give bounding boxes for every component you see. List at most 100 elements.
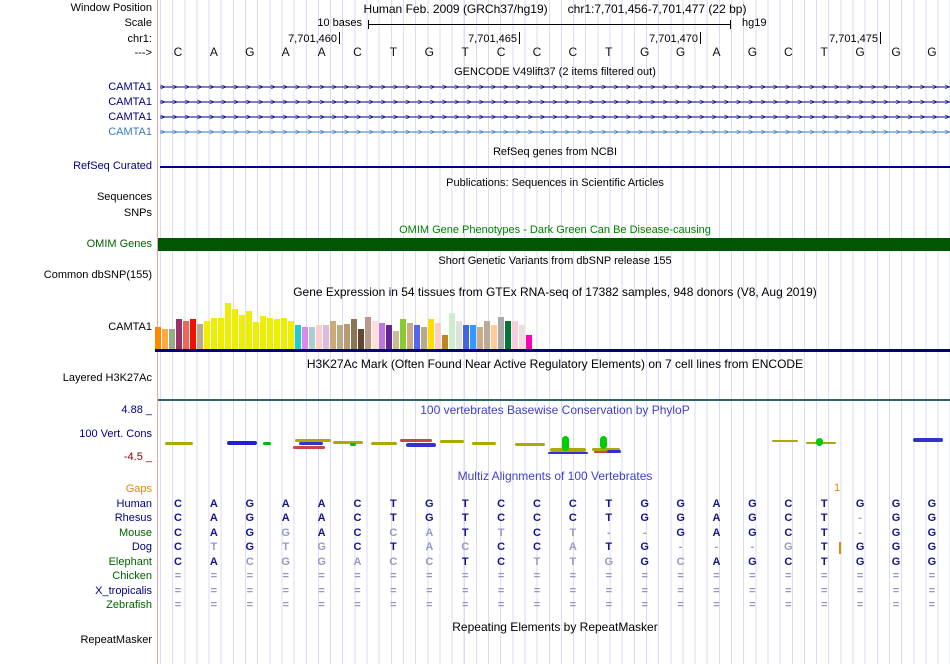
multiz-base-x_tropicalis: = [318, 585, 325, 597]
gtex-expression-bar[interactable] [477, 327, 483, 349]
track-label-chr1-: chr1: [127, 33, 152, 45]
multiz-base-mouse: A [317, 527, 326, 539]
gtex-expression-bar[interactable] [379, 323, 385, 349]
gtex-expression-bar[interactable] [421, 327, 427, 349]
gtex-expression-bar[interactable] [449, 313, 455, 349]
gtex-expression-bar[interactable] [246, 311, 252, 349]
multiz-base-elephant: G [927, 556, 937, 568]
sequence-base: T [389, 45, 398, 59]
multiz-base-human: A [209, 498, 218, 510]
gtex-expression-bar[interactable] [435, 323, 441, 349]
multiz-base-human: G [640, 498, 649, 510]
gencode-transcript-row-camta1[interactable]: >>>>>>>>>>>>>>>>>>>>>>>>>>>>>>>>>>>>>>>>… [160, 82, 950, 92]
gtex-expression-bar[interactable] [218, 318, 224, 349]
gtex-expression-bar[interactable] [288, 321, 294, 349]
gtex-expression-bar[interactable] [323, 325, 329, 349]
gtex-expression-bar[interactable] [239, 315, 245, 349]
track-label-human: Human [116, 498, 152, 510]
multiz-base-dog: T [282, 541, 290, 553]
multiz-base-zebrafish: = [533, 599, 541, 611]
gtex-expression-bar[interactable] [519, 325, 525, 349]
multiz-base-dog: A [568, 541, 577, 553]
gtex-expression-bar[interactable] [316, 325, 322, 349]
multiz-base-elephant: C [497, 556, 506, 568]
multiz-base-zebrafish: = [928, 599, 936, 611]
multiz-base-dog: G [891, 541, 901, 553]
gencode-transcript-row-camta1[interactable]: >>>>>>>>>>>>>>>>>>>>>>>>>>>>>>>>>>>>>>>>… [160, 112, 950, 122]
gtex-expression-bar[interactable] [253, 322, 259, 349]
sequence-base: G [855, 45, 865, 59]
gtex-expression-bar[interactable] [260, 316, 266, 349]
scale-ruler-right-tick [730, 20, 732, 29]
gencode-transcript-row-camta1[interactable]: >>>>>>>>>>>>>>>>>>>>>>>>>>>>>>>>>>>>>>>>… [160, 127, 950, 137]
gtex-expression-bar[interactable] [302, 327, 308, 349]
multiz-base-dog: C [353, 541, 362, 553]
multiz-base-rhesus: A [317, 512, 326, 524]
omim-genes-bar[interactable] [158, 238, 950, 251]
multiz-base-x_tropicalis: = [390, 585, 397, 597]
gtex-expression-bar[interactable] [330, 321, 336, 349]
multiz-base-human: G [676, 498, 685, 510]
multiz-base-chicken: = [497, 570, 505, 582]
gtex-expression-bar[interactable] [169, 329, 175, 349]
track-label-repeatmasker: RepeatMasker [80, 634, 152, 646]
multiz-base-zebrafish: = [210, 599, 218, 611]
track-title: 100 vertebrates Basewise Conservation by… [420, 403, 690, 417]
gtex-expression-bar[interactable] [295, 325, 301, 349]
gtex-expression-bar[interactable] [176, 319, 182, 349]
gtex-expression-bar[interactable] [162, 329, 168, 349]
gtex-expression-bar[interactable] [505, 321, 511, 349]
gtex-expression-bar[interactable] [386, 325, 392, 349]
multiz-base-dog: T [390, 541, 397, 553]
gtex-expression-bar[interactable] [512, 321, 518, 349]
gtex-expression-bar[interactable] [225, 303, 231, 349]
gtex-expression-bar[interactable] [337, 325, 343, 349]
multiz-base-dog: G [640, 541, 649, 553]
multiz-base-zebrafish: = [641, 599, 648, 611]
gtex-expression-bar[interactable] [484, 321, 490, 349]
gtex-expression-bar[interactable] [498, 317, 504, 349]
gtex-expression-bar[interactable] [442, 335, 448, 349]
h3k27ac-track-line [158, 399, 950, 401]
gtex-expression-bar[interactable] [197, 324, 203, 349]
gtex-expression-bar[interactable] [267, 318, 273, 349]
gtex-expression-bar[interactable] [351, 319, 357, 349]
gtex-expression-bar[interactable] [491, 325, 497, 349]
gtex-expression-bar[interactable] [190, 319, 196, 349]
multiz-base-x_tropicalis: = [533, 585, 541, 597]
gtex-expression-bar[interactable] [358, 329, 364, 349]
multiz-base-x_tropicalis: = [820, 585, 828, 597]
gtex-expression-bar[interactable] [463, 325, 469, 349]
multiz-base-elephant: C [174, 556, 182, 568]
gtex-expression-bar[interactable] [470, 325, 476, 349]
gtex-expression-bar[interactable] [393, 331, 399, 349]
multiz-base-dog: T [820, 541, 828, 553]
gencode-transcript-row-camta1[interactable]: >>>>>>>>>>>>>>>>>>>>>>>>>>>>>>>>>>>>>>>>… [160, 97, 950, 107]
multiz-base-human: G [927, 498, 937, 510]
gtex-expression-bar[interactable] [407, 323, 413, 349]
gtex-expression-bar[interactable] [456, 321, 462, 349]
gtex-expression-bar[interactable] [428, 319, 434, 349]
multiz-base-human: C [568, 498, 577, 510]
multiz-base-x_tropicalis: = [713, 585, 720, 597]
gtex-expression-bar[interactable] [274, 319, 280, 349]
gtex-expression-bar[interactable] [211, 318, 217, 349]
gtex-expression-bar[interactable] [526, 335, 532, 349]
gtex-expression-bar[interactable] [204, 321, 210, 349]
gtex-expression-bar[interactable] [155, 327, 161, 349]
gtex-expression-bar[interactable] [309, 327, 315, 349]
multiz-base-x_tropicalis: = [641, 585, 648, 597]
gtex-expression-bar[interactable] [232, 309, 238, 349]
multiz-base-zebrafish: = [390, 599, 397, 611]
multiz-base-x_tropicalis: = [569, 585, 577, 597]
ucsc-genome-browser-view: Human Feb. 2009 (GRCh37/hg19) chr1:7,701… [0, 0, 950, 664]
sequence-base: A [209, 45, 218, 59]
track-label-camta1: CAMTA1 [108, 96, 152, 108]
gtex-expression-bar[interactable] [281, 318, 287, 349]
gtex-expression-bar[interactable] [372, 321, 378, 349]
gtex-expression-bar[interactable] [400, 319, 406, 349]
gtex-expression-bar[interactable] [365, 317, 371, 349]
gtex-expression-bar[interactable] [183, 321, 189, 349]
gtex-expression-bar[interactable] [344, 324, 350, 349]
gtex-expression-bar[interactable] [414, 325, 420, 349]
